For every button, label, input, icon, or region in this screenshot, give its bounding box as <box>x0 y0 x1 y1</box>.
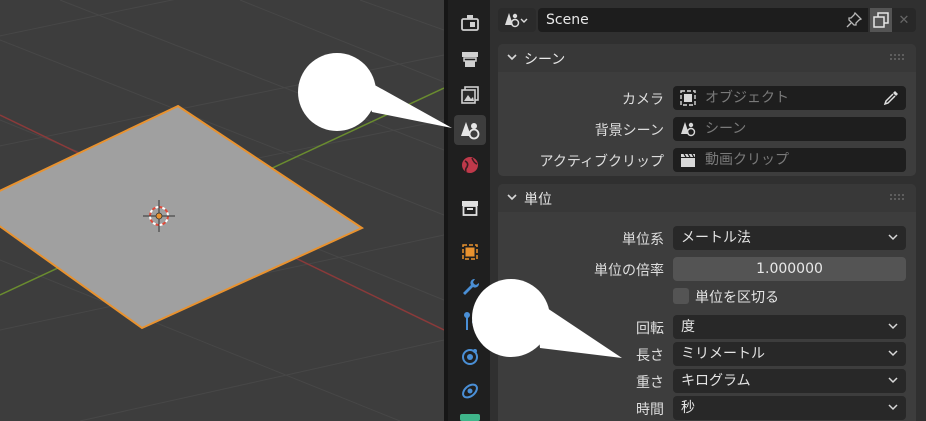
callout-length-field <box>472 279 622 358</box>
annotation-overlay <box>298 53 622 358</box>
callout-scene-tab <box>298 53 452 131</box>
